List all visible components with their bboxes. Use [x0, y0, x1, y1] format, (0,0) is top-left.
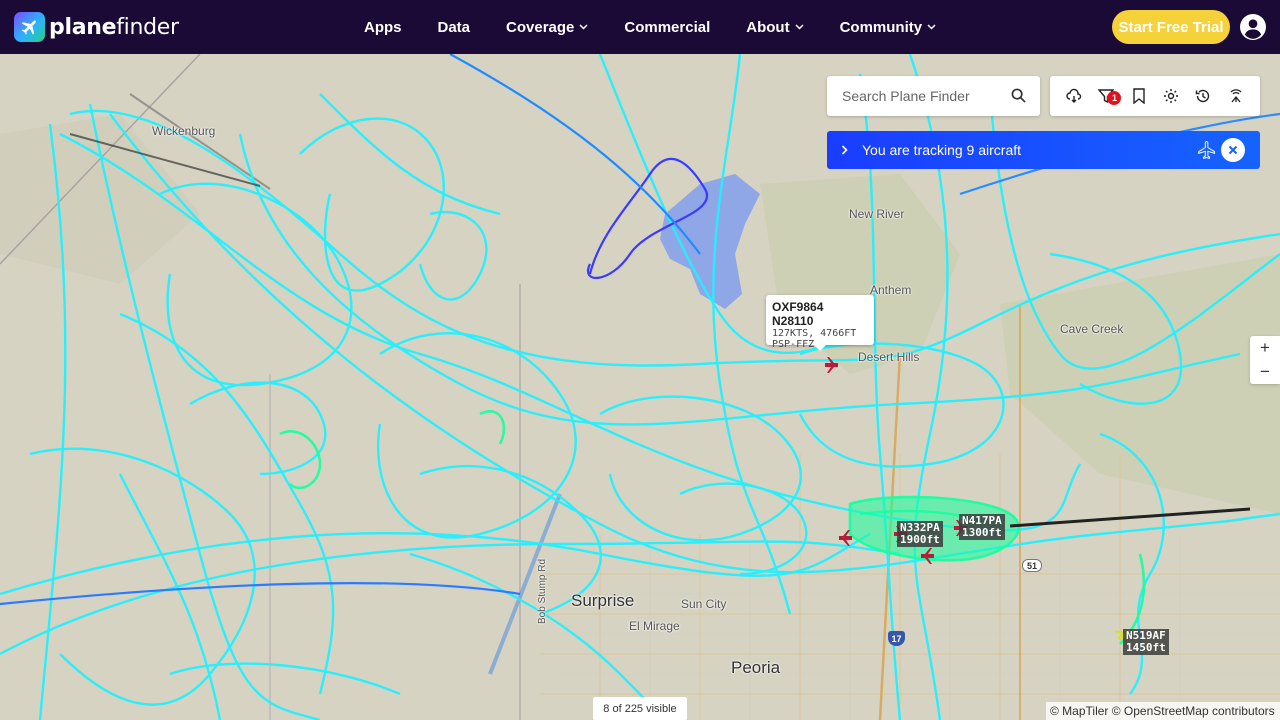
- bookmark-icon[interactable]: [1128, 85, 1150, 107]
- interstate-shield: 17: [888, 631, 905, 646]
- tracking-banner[interactable]: You are tracking 9 aircraft: [827, 131, 1260, 169]
- zoom-in-button[interactable]: +: [1250, 336, 1280, 360]
- start-free-trial-button[interactable]: Start Free Trial: [1112, 10, 1230, 44]
- plane-icon: [1198, 141, 1215, 159]
- user-account-icon[interactable]: [1240, 14, 1266, 40]
- aircraft-label[interactable]: N417PA 1300ft: [959, 514, 1005, 540]
- route-shield: 51: [1022, 559, 1042, 572]
- search-box: [827, 76, 1040, 116]
- place-cave-creek: Cave Creek: [1060, 322, 1124, 336]
- search-icon[interactable]: [1011, 88, 1026, 103]
- flight-route: PSP-FFZ: [772, 339, 815, 350]
- place-peoria: Peoria: [731, 658, 781, 677]
- top-navbar: planefinder Apps Data Coverage Commercia…: [0, 0, 1280, 54]
- place-new-river: New River: [849, 207, 905, 221]
- nav-coverage[interactable]: Coverage: [506, 19, 588, 36]
- brand-name: planefinder: [49, 14, 179, 40]
- map-toolbar: 1: [1050, 76, 1260, 116]
- filter-count-badge: 1: [1107, 91, 1122, 105]
- place-sun-city: Sun City: [681, 597, 727, 611]
- nav-about[interactable]: About: [746, 19, 804, 36]
- place-surprise: Surprise: [571, 591, 635, 610]
- weather-icon[interactable]: [1063, 85, 1085, 107]
- nav-data[interactable]: Data: [438, 19, 471, 36]
- flight-map[interactable]: Wickenburg New River Anthem Cave Creek D…: [0, 54, 1280, 720]
- nav-apps[interactable]: Apps: [364, 19, 402, 36]
- chevron-down-icon: [927, 24, 936, 30]
- radar-icon[interactable]: [1225, 85, 1247, 107]
- close-tracking-button[interactable]: [1221, 138, 1245, 162]
- place-el-mirage: El Mirage: [629, 619, 680, 633]
- nav-community[interactable]: Community: [840, 19, 937, 36]
- filter-icon[interactable]: 1: [1095, 85, 1122, 107]
- flight-callsign: OXF9864 N28110: [772, 300, 824, 328]
- planefinder-logo[interactable]: planefinder: [14, 12, 179, 42]
- place-anthem: Anthem: [870, 283, 912, 297]
- map-attribution: © MapTiler © OpenStreetMap contributors: [1046, 702, 1280, 720]
- road-bob-stump: Bob Stump Rd: [537, 558, 548, 624]
- main-nav: Apps Data Coverage Commercial About Comm…: [364, 0, 972, 54]
- flight-speed-altitude: 127KTS, 4766FT: [772, 328, 857, 339]
- chevron-right-icon[interactable]: [841, 145, 848, 155]
- chevron-down-icon: [579, 24, 588, 30]
- plane-logo-icon: [14, 12, 45, 42]
- search-input[interactable]: [842, 88, 1002, 104]
- zoom-out-button[interactable]: −: [1250, 360, 1280, 384]
- nav-commercial[interactable]: Commercial: [624, 19, 710, 36]
- close-icon: [1228, 145, 1238, 155]
- chevron-down-icon: [795, 24, 804, 30]
- place-wickenburg: Wickenburg: [152, 124, 216, 138]
- tracking-text: You are tracking 9 aircraft: [862, 142, 1022, 158]
- place-desert-hills: Desert Hills: [858, 350, 920, 364]
- settings-icon[interactable]: [1160, 85, 1182, 107]
- aircraft-label[interactable]: N519AF 1450ft: [1123, 629, 1169, 655]
- history-icon[interactable]: [1192, 85, 1214, 107]
- flight-info-popup[interactable]: OXF9864 N28110 127KTS, 4766FT PSP-FFZ: [766, 295, 874, 351]
- visible-aircraft-count: 8 of 225 visible: [593, 697, 687, 720]
- aircraft-label[interactable]: N332PA 1900ft: [897, 521, 943, 547]
- zoom-controls: + −: [1250, 336, 1280, 384]
